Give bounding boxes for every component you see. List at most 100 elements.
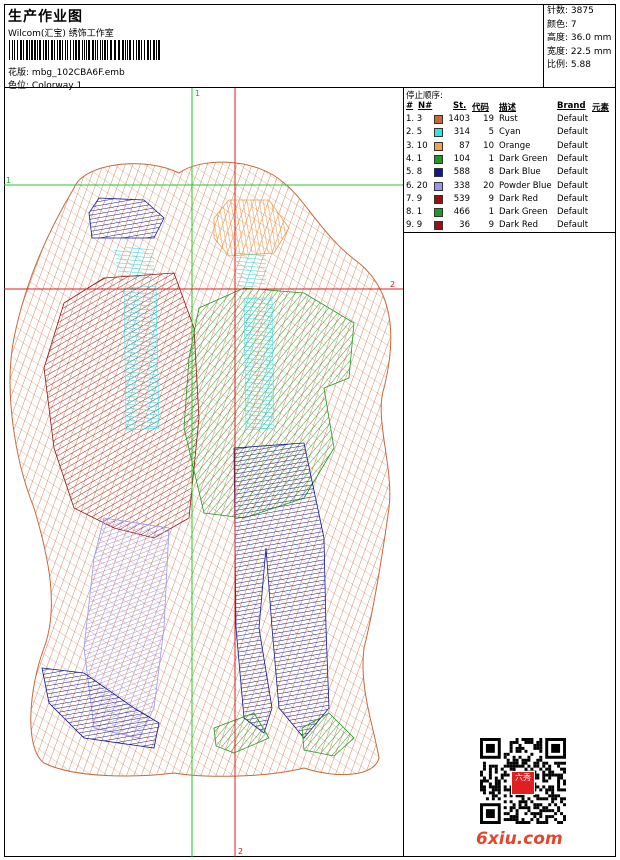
qr-module xyxy=(527,740,531,744)
thread-index: 5. 8 xyxy=(406,167,423,178)
barcode-bar xyxy=(29,40,30,60)
qr-module xyxy=(512,758,516,762)
qr-module xyxy=(524,761,528,765)
qr-module xyxy=(560,797,564,801)
qr-module xyxy=(548,785,552,789)
qr-module xyxy=(524,803,528,807)
qr-module xyxy=(506,788,510,792)
qr-module xyxy=(509,809,513,813)
qr-module xyxy=(494,788,498,792)
thread-description: Cyan xyxy=(499,127,521,138)
thread-stitches: 314 xyxy=(453,127,470,138)
qr-module xyxy=(560,788,564,792)
qr-module xyxy=(480,779,483,783)
thread-index: 3. 10 xyxy=(406,140,428,151)
qr-module xyxy=(515,749,519,753)
qr-module xyxy=(509,800,513,804)
barcode-bar xyxy=(138,40,140,60)
thread-swatch xyxy=(434,208,443,218)
barcode-bar xyxy=(73,40,74,60)
qr-module xyxy=(524,800,528,804)
qr-module xyxy=(527,764,531,768)
qr-stamp: 六秀 xyxy=(511,771,535,795)
qr-module xyxy=(527,806,531,810)
barcode-bar xyxy=(153,40,155,60)
qr-module xyxy=(551,809,555,813)
thread-code: 5 xyxy=(488,127,494,138)
qr-module xyxy=(554,818,558,822)
thread-row: 4. 1 104 1 Dark Green Default xyxy=(404,154,616,167)
qr-module xyxy=(482,788,486,792)
qr-module xyxy=(518,764,522,768)
qr-module xyxy=(542,770,546,774)
qr-module xyxy=(518,746,522,750)
qr-module xyxy=(527,797,531,801)
qr-module xyxy=(542,821,546,824)
qr-module xyxy=(548,788,552,792)
qr-module xyxy=(503,773,507,777)
barcode-bar xyxy=(136,40,137,60)
thread-swatch xyxy=(434,128,443,138)
watermark-logo: 6xiu.com xyxy=(476,829,563,849)
qr-module xyxy=(545,779,549,783)
barcode-bar xyxy=(67,40,68,60)
thread-description: Powder Blue xyxy=(499,180,552,191)
thread-stitches: 466 xyxy=(453,207,470,218)
barcode-bar xyxy=(54,40,55,60)
qr-module xyxy=(512,806,516,810)
design-label: 花版: xyxy=(8,68,30,78)
qr-module xyxy=(560,800,564,804)
qr-module xyxy=(563,782,566,786)
qr-module xyxy=(506,758,510,762)
qr-module xyxy=(497,785,501,789)
barcode-bar xyxy=(102,40,103,60)
qr-module xyxy=(530,812,534,816)
qr-module xyxy=(509,761,513,765)
qr-module xyxy=(545,806,549,810)
thread-table: 停止顺序: # N# St. 代码 描述 Brand 元素 1. 3 1403 19… xyxy=(404,88,616,233)
qr-module xyxy=(560,767,564,771)
thread-row: 5. 8 588 8 Dark Blue Default xyxy=(404,167,616,180)
qr-module xyxy=(488,785,492,789)
thread-row: 9. 9 36 9 Dark Red Default xyxy=(404,220,616,233)
qr-module xyxy=(536,806,540,810)
barcode-bar xyxy=(144,40,145,60)
thread-table-header: # N# St. 代码 描述 Brand 元素 xyxy=(404,101,616,113)
qr-module xyxy=(509,818,513,822)
qr-module xyxy=(482,776,486,780)
qr-module xyxy=(503,806,507,810)
qr-module xyxy=(548,767,552,771)
barcode-bar xyxy=(147,40,149,60)
qr-module xyxy=(539,809,543,813)
qr-module xyxy=(503,794,507,798)
qr-module xyxy=(533,746,537,750)
barcode-bar xyxy=(78,40,80,60)
qr-module xyxy=(521,738,525,741)
qr-module xyxy=(536,746,540,750)
qr-module xyxy=(560,821,564,824)
qr-module xyxy=(536,761,540,765)
qr-module xyxy=(539,738,543,741)
qr-module xyxy=(503,812,507,816)
qr-module xyxy=(497,782,501,786)
qr-module xyxy=(515,809,519,813)
thread-row: 3. 10 87 10 Orange Default xyxy=(404,141,616,154)
qr-module xyxy=(518,749,522,753)
qr-module xyxy=(509,764,513,768)
thread-code: 9 xyxy=(488,220,494,231)
qr-module xyxy=(542,779,546,783)
qr-module xyxy=(530,752,534,756)
qr-module xyxy=(548,803,552,807)
qr-module xyxy=(521,746,525,750)
qr-module xyxy=(500,776,504,780)
thread-stitches: 539 xyxy=(453,193,470,204)
qr-module xyxy=(488,767,492,771)
qr-module xyxy=(500,767,504,771)
design-name-row: 花版: mbg_102CBA6F.emb xyxy=(8,65,125,78)
qr-module xyxy=(521,806,525,810)
qr-module xyxy=(551,785,555,789)
barcode-bar xyxy=(57,40,58,60)
qr-module xyxy=(536,803,540,807)
thread-index: 8. 1 xyxy=(406,207,423,218)
qr-module xyxy=(536,797,540,801)
